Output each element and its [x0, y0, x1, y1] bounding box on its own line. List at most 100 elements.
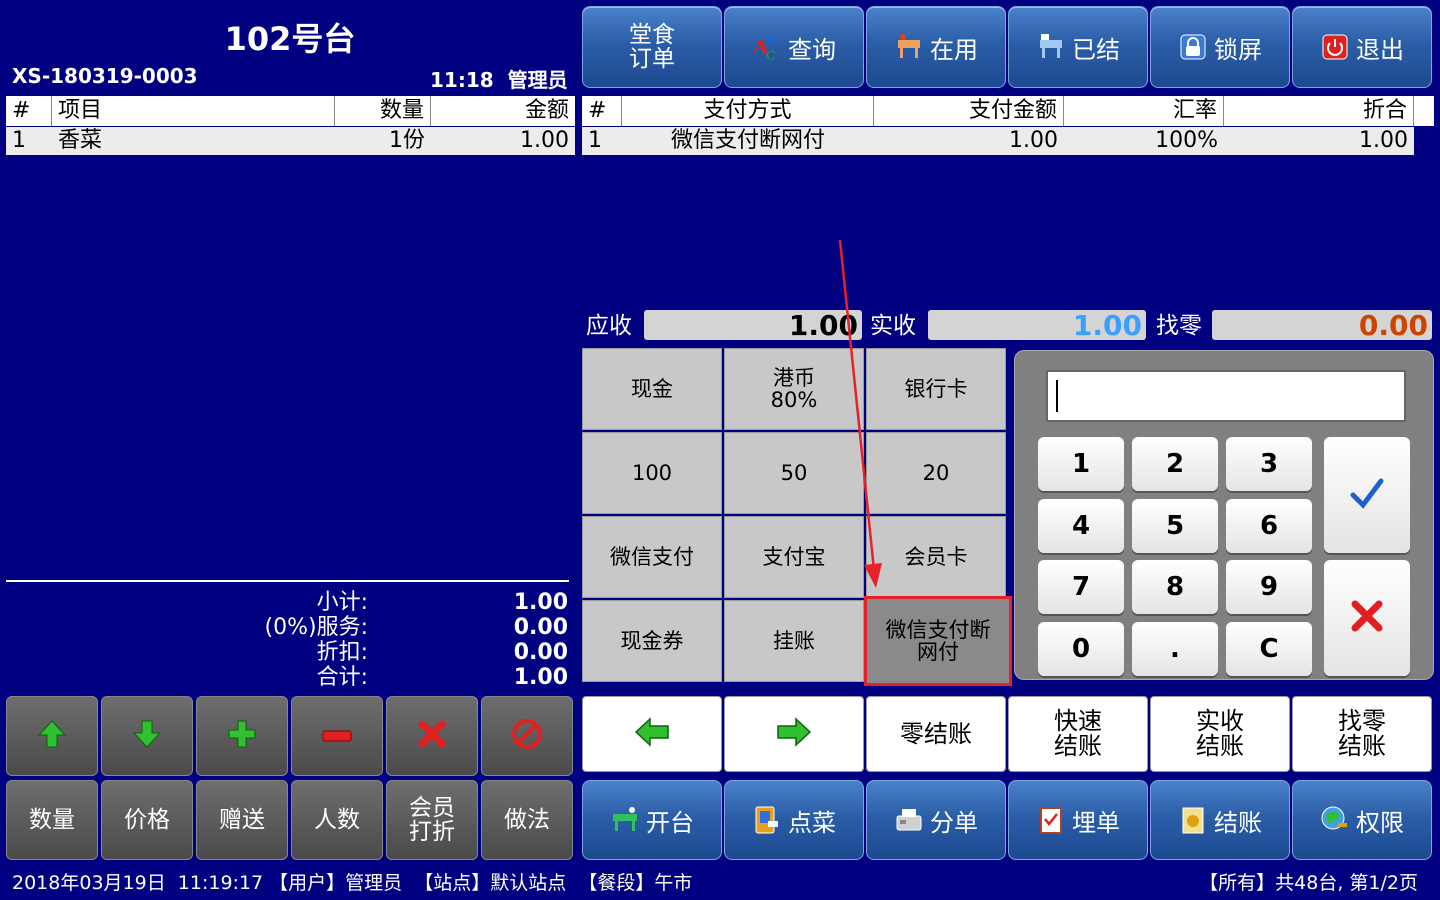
void-button[interactable]	[481, 696, 573, 776]
status-bar-right: 【所有】共48台, 第1/2页	[1199, 872, 1418, 894]
key-8[interactable]: 8	[1132, 560, 1218, 614]
nav-split-bill[interactable]: 分单	[866, 780, 1006, 860]
text-cursor	[1056, 380, 1058, 412]
key-7[interactable]: 7	[1038, 560, 1124, 614]
nav-dine-in-orders[interactable]: 堂食 订单	[582, 6, 722, 88]
pay-100[interactable]: 100	[582, 432, 722, 514]
amount-input[interactable]	[1046, 370, 1406, 422]
key-4[interactable]: 4	[1038, 499, 1124, 553]
action-label: 快速 结账	[1054, 707, 1102, 760]
nav-label: 锁屏	[1214, 35, 1262, 64]
cell-index: 1	[588, 128, 602, 153]
down-arrow-icon	[132, 719, 162, 754]
pay-label: 现金	[631, 377, 673, 401]
nav-order-dishes[interactable]: 点菜	[724, 780, 864, 860]
nav-checkout[interactable]: 结账	[1150, 780, 1290, 860]
pay-cash[interactable]: 现金	[582, 348, 722, 430]
cancel-button[interactable]	[1324, 560, 1410, 676]
pay-cash-voucher[interactable]: 现金券	[582, 600, 722, 682]
nav-label: 点菜	[788, 808, 836, 837]
change-checkout-button[interactable]: 找零 结账	[1292, 696, 1432, 772]
nav-settled[interactable]: 已结	[1008, 6, 1148, 88]
annotation-arrow	[838, 239, 882, 588]
action-label: 实收 结账	[1196, 707, 1244, 760]
delete-button[interactable]	[386, 696, 478, 776]
nav-label: 埋单	[1072, 808, 1120, 837]
pay-wechat[interactable]: 微信支付	[582, 516, 722, 598]
payments-table-header: # 支付方式 支付金额 汇率 折合	[582, 96, 1434, 126]
nav-bill[interactable]: 埋单	[1008, 780, 1148, 860]
nav-in-use[interactable]: 在用	[866, 6, 1006, 88]
nav-open-table[interactable]: 开台	[582, 780, 722, 860]
pay-wechat-offline[interactable]: 微信支付断 网付	[864, 596, 1012, 686]
pay-label: 支付宝	[762, 545, 826, 569]
key-1[interactable]: 1	[1038, 437, 1124, 491]
cell-qty: 1份	[389, 128, 425, 153]
col-converted: 折合	[1224, 96, 1414, 126]
received-checkout-button[interactable]: 实收 结账	[1150, 696, 1290, 772]
table-row[interactable]: 1 香菜 1份 1.00	[6, 127, 575, 155]
nav-label: 结账	[1214, 808, 1262, 837]
price-button[interactable]: 价格	[101, 780, 193, 860]
quick-checkout-button[interactable]: 快速 结账	[1008, 696, 1148, 772]
delete-icon	[417, 719, 447, 754]
table-row[interactable]: 1 微信支付断网付 1.00 100% 1.00	[582, 127, 1414, 155]
button-label: 价格	[124, 807, 170, 833]
time-label: 11:18	[430, 68, 494, 92]
lock-icon	[1178, 32, 1208, 62]
button-label: 做法	[504, 807, 550, 833]
permission-icon	[1320, 805, 1350, 835]
nav-label: 查询	[788, 35, 836, 64]
key-2[interactable]: 2	[1132, 437, 1218, 491]
table-title: 102号台	[224, 20, 356, 58]
pay-label: 20	[922, 461, 950, 485]
member-discount-button[interactable]: 会员 打折	[386, 780, 478, 860]
key-6[interactable]: 6	[1226, 499, 1312, 553]
nav-query[interactable]: ABC 查询	[724, 6, 864, 88]
table-in-use-icon	[894, 32, 924, 62]
subtract-button[interactable]	[291, 696, 383, 776]
action-label: 零结账	[900, 719, 972, 748]
pay-label: 挂账	[773, 629, 815, 653]
pay-label: 港币 80%	[770, 366, 818, 412]
key-5[interactable]: 5	[1132, 499, 1218, 553]
service-label: (0%)服务:	[264, 615, 368, 640]
confirm-button[interactable]	[1324, 437, 1410, 553]
quantity-button[interactable]: 数量	[6, 780, 98, 860]
preparation-button[interactable]: 做法	[481, 780, 573, 860]
button-label: 人数	[314, 807, 360, 833]
pay-on-account[interactable]: 挂账	[724, 600, 864, 682]
move-down-button[interactable]	[101, 696, 193, 776]
nav-label: 在用	[930, 35, 978, 64]
key-9[interactable]: 9	[1226, 560, 1312, 614]
nav-label: 堂食 订单	[629, 22, 675, 72]
cell-amount: 1.00	[520, 128, 569, 153]
nav-permissions[interactable]: 权限	[1292, 780, 1432, 860]
change-amount: 0.00	[1212, 310, 1432, 342]
minus-icon	[322, 724, 352, 748]
prev-button[interactable]	[582, 696, 722, 772]
next-button[interactable]	[724, 696, 864, 772]
pay-label: 微信支付	[610, 545, 694, 569]
nav-label: 权限	[1356, 808, 1404, 837]
bill-icon	[1036, 805, 1066, 835]
add-button[interactable]	[196, 696, 288, 776]
cancel-icon	[511, 718, 543, 755]
key-3[interactable]: 3	[1226, 437, 1312, 491]
discount-label: 折扣:	[316, 640, 368, 665]
button-label: 数量	[29, 807, 75, 833]
zero-checkout-button[interactable]: 零结账	[866, 696, 1006, 772]
gift-button[interactable]: 赠送	[196, 780, 288, 860]
key-dot[interactable]: .	[1132, 622, 1218, 676]
pay-label: 会员卡	[904, 545, 968, 569]
nav-exit[interactable]: 退出	[1292, 6, 1432, 88]
svg-text:B: B	[766, 34, 774, 47]
nav-lock-screen[interactable]: 锁屏	[1150, 6, 1290, 88]
key-0[interactable]: 0	[1038, 622, 1124, 676]
guests-button[interactable]: 人数	[291, 780, 383, 860]
pay-label: 100	[631, 461, 673, 485]
total-value: 1.00	[513, 665, 568, 690]
move-up-button[interactable]	[6, 696, 98, 776]
key-clear[interactable]: C	[1226, 622, 1312, 676]
power-icon	[1320, 32, 1350, 62]
